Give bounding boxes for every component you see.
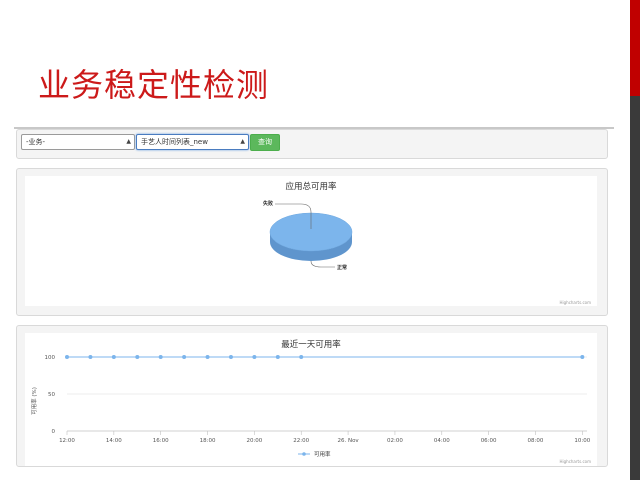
accent-red-block [630,0,640,96]
pie-chart: 应用总可用率 失败正常 Highcharts.com [263,181,592,305]
accent-dark-block [630,96,640,480]
pie-chart-panel: 应用总可用率 失败正常 Highcharts.com [16,168,608,316]
x-tick-label: 18:00 [200,438,216,444]
data-point[interactable] [135,355,140,359]
chart-credit[interactable]: Highcharts.com [560,300,592,305]
line-chart: 最近一天可用率 可用率 (%) 0 50 100 12:00 14:00 16:00 18:… [30,339,592,464]
data-point[interactable] [205,355,210,359]
y-tick-label: 0 [52,429,56,435]
select-caret-icon: ▲ [126,138,131,145]
x-tick-label: 08:00 [528,438,544,444]
pie-label-ok: 正常 [337,264,347,271]
line-chart-ylabel: 可用率 (%) [30,387,38,415]
business-select[interactable]: -业务- ▲ [21,134,135,150]
slide-title: 业务稳定性检测 [38,66,270,104]
line-chart-container: 最近一天可用率 可用率 (%) 0 50 100 12:00 14:00 16:00 18:… [25,333,597,466]
pie-chart-title: 应用总可用率 [285,181,337,192]
data-point[interactable] [182,355,187,359]
slide-accent-bar [630,0,640,480]
pie-chart-container: 应用总可用率 失败正常 Highcharts.com [25,176,597,306]
x-tick-label: 12:00 [59,438,75,444]
data-point[interactable] [299,355,304,359]
x-tick-label: 10:00 [574,438,590,444]
chart-credit[interactable]: Highcharts.com [560,459,592,464]
business-select-value: -业务- [26,138,46,146]
data-point[interactable] [580,355,585,359]
filter-panel: -业务- ▲ 手艺人时间列表_new ▲ 查询 [16,129,608,159]
y-tick-label: 50 [48,392,55,398]
x-tick-label: 02:00 [387,438,403,444]
data-point[interactable] [252,355,257,359]
y-tick-label: 100 [45,355,56,361]
pie-label-connector [310,260,335,268]
x-tick-label: 04:00 [434,438,450,444]
line-chart-panel: 最近一天可用率 可用率 (%) 0 50 100 12:00 14:00 16:00 18:… [16,325,608,467]
table-select[interactable]: 手艺人时间列表_new ▲ [136,134,249,150]
table-select-value: 手艺人时间列表_new [141,138,208,146]
line-chart-title: 最近一天可用率 [281,339,341,350]
x-tick-label: 22:00 [293,438,309,444]
select-caret-icon: ▲ [240,138,245,145]
pie-label-fail: 失败 [263,200,274,207]
legend-marker[interactable] [302,452,306,456]
legend-label[interactable]: 可用率 [314,450,331,458]
x-tick-label: 20:00 [246,438,262,444]
data-point[interactable] [275,355,280,359]
x-tick-label: 14:00 [106,438,122,444]
data-point[interactable] [228,355,233,359]
query-button[interactable]: 查询 [250,134,280,151]
data-point[interactable] [65,355,69,359]
x-tick-label: 16:00 [153,438,169,444]
data-point[interactable] [158,355,163,359]
x-tick-label: 26. Nov [337,438,359,444]
data-point[interactable] [111,355,116,359]
data-point[interactable] [88,355,93,359]
x-tick-label: 06:00 [481,438,497,444]
